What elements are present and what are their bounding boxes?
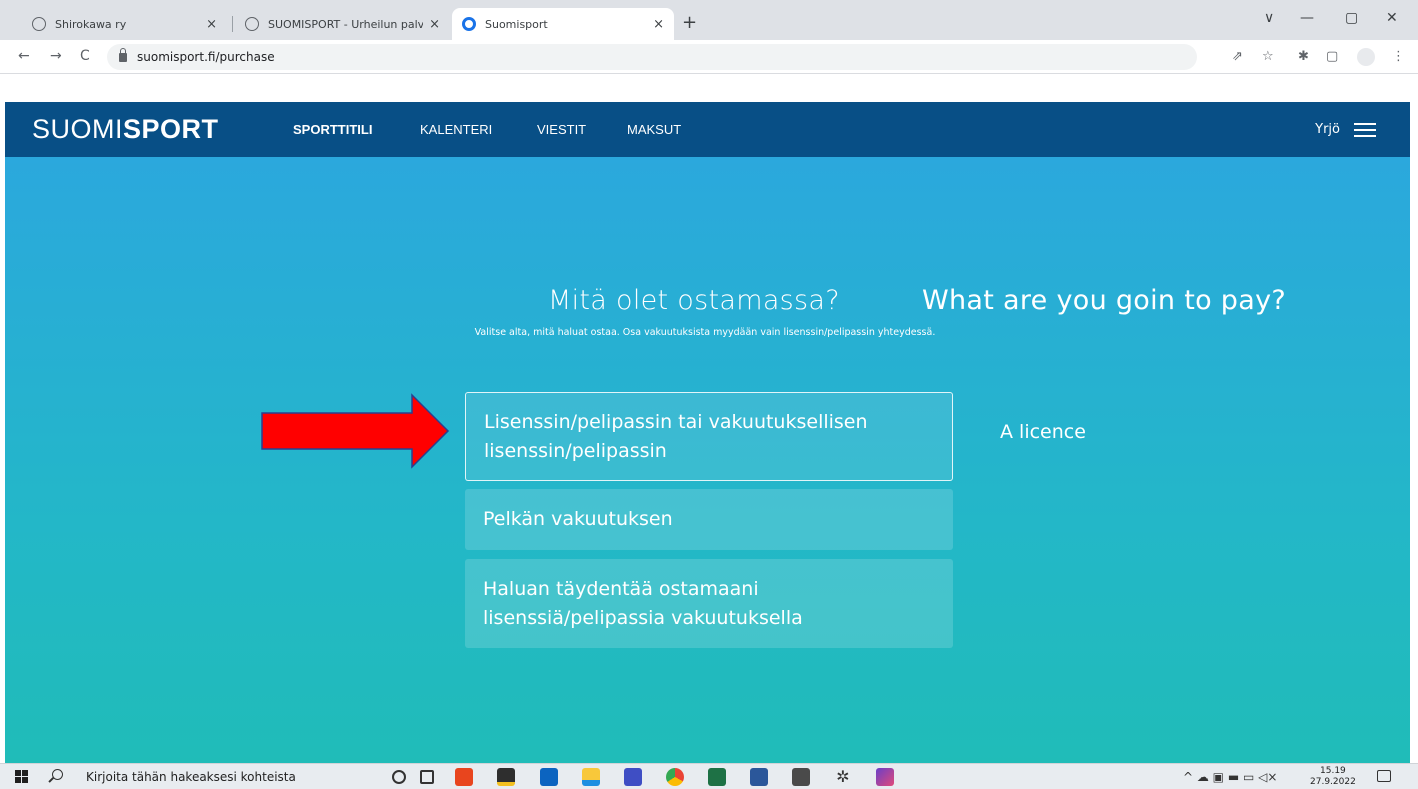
- option-licence[interactable]: Lisenssin/pelipassin tai vakuutuksellise…: [465, 392, 953, 481]
- loading-icon: [462, 17, 476, 31]
- task-view-icon[interactable]: [420, 770, 434, 784]
- windows-taskbar: Kirjoita tähän hakeaksesi kohteista ✲ ^ …: [0, 763, 1418, 789]
- profile-avatar-icon[interactable]: [1357, 48, 1375, 66]
- option-supplement-insurance[interactable]: Haluan täydentää ostamaani lisenssiä/pel…: [465, 559, 953, 648]
- paint-icon[interactable]: [876, 768, 894, 786]
- minimize-button[interactable]: —: [1300, 10, 1314, 26]
- mail-icon[interactable]: [540, 768, 558, 786]
- browser-toolbar: ← → C suomisport.fi/purchase ⇗ ☆ ✱ ▢ ⋮: [0, 40, 1418, 74]
- logo-bold-text: SPORT: [123, 114, 219, 144]
- close-icon[interactable]: ×: [206, 17, 217, 32]
- nav-maksut[interactable]: MAKSUT: [627, 122, 681, 137]
- close-icon[interactable]: ×: [653, 17, 664, 32]
- option-label: Lisenssin/pelipassin tai vakuutuksellise…: [484, 410, 868, 462]
- maximize-button[interactable]: ▢: [1345, 10, 1358, 26]
- tab-title: SUOMISPORT - Urheilun palvelut: [268, 17, 424, 31]
- excel-icon[interactable]: [708, 768, 726, 786]
- red-arrow-icon: [261, 393, 450, 469]
- browser-tab-strip: Shirokawa ry × SUOMISPORT - Urheilun pal…: [0, 0, 1418, 40]
- option-label: Haluan täydentää ostamaani lisenssiä/pel…: [483, 577, 803, 629]
- windows-start-icon[interactable]: [15, 770, 29, 784]
- tab-separator: [232, 16, 233, 32]
- bookmark-star-icon[interactable]: ☆: [1262, 49, 1274, 64]
- user-name[interactable]: Yrjö: [1315, 122, 1340, 137]
- settings-gear-icon[interactable]: ✲: [834, 768, 852, 786]
- more-menu-icon[interactable]: ⋮: [1392, 49, 1405, 64]
- forward-icon[interactable]: →: [50, 48, 62, 64]
- logo-light-text: SUOMI: [32, 114, 124, 144]
- close-icon[interactable]: ×: [429, 17, 440, 32]
- address-url: suomisport.fi/purchase: [137, 50, 275, 64]
- address-bar[interactable]: suomisport.fi/purchase: [107, 44, 1197, 70]
- browser-tab-suomisport[interactable]: Suomisport ×: [452, 8, 674, 40]
- tab-title: Suomisport: [485, 17, 548, 31]
- calculator-icon[interactable]: [792, 768, 810, 786]
- clock-time: 15.19: [1320, 766, 1346, 776]
- page-subtitle: Valitse alta, mitä haluat ostaa. Osa vak…: [474, 327, 936, 338]
- taskbar-search-input[interactable]: Kirjoita tähän hakeaksesi kohteista: [86, 770, 296, 784]
- hamburger-menu-icon[interactable]: [1354, 123, 1376, 137]
- clock-date: 27.9.2022: [1310, 777, 1356, 787]
- purchase-main: Mitä olet ostamassa? What are you goin t…: [5, 157, 1410, 767]
- browser-tab-shirokawa[interactable]: Shirokawa ry ×: [22, 8, 227, 40]
- tab-title: Shirokawa ry: [55, 17, 127, 31]
- licence-annotation: A licence: [1000, 421, 1086, 443]
- nav-viestit[interactable]: VIESTIT: [537, 122, 586, 137]
- option-insurance-only[interactable]: Pelkän vakuutuksen: [465, 489, 953, 550]
- site-header: SUOMISPORT SPORTTITILI KALENTERI VIESTIT…: [5, 102, 1410, 157]
- page-title-english-annotation: What are you goin to pay?: [922, 285, 1286, 316]
- app-icon[interactable]: [624, 768, 642, 786]
- tab-search-icon[interactable]: ∨: [1264, 10, 1274, 26]
- globe-icon: [245, 17, 259, 31]
- file-explorer-icon[interactable]: [582, 768, 600, 786]
- side-panel-icon[interactable]: ▢: [1326, 49, 1338, 64]
- search-icon[interactable]: [52, 769, 63, 780]
- globe-icon: [32, 17, 46, 31]
- notification-icon[interactable]: [1377, 770, 1391, 782]
- word-icon[interactable]: [750, 768, 768, 786]
- lock-icon[interactable]: [119, 47, 127, 62]
- office-icon[interactable]: [455, 768, 473, 786]
- chrome-icon[interactable]: [666, 768, 684, 786]
- reload-icon[interactable]: C: [80, 48, 90, 64]
- back-icon[interactable]: ←: [18, 48, 30, 64]
- sticky-notes-icon[interactable]: [497, 768, 515, 786]
- suomisport-logo[interactable]: SUOMISPORT: [32, 114, 219, 145]
- system-tray-icons[interactable]: ^ ☁ ▣ ▬ ▭ ◁×: [1183, 770, 1277, 784]
- nav-sporttitili[interactable]: SPORTTITILI: [293, 122, 372, 137]
- share-icon[interactable]: ⇗: [1232, 49, 1243, 64]
- taskbar-clock[interactable]: 15.19 27.9.2022: [1310, 766, 1356, 788]
- option-label: Pelkän vakuutuksen: [483, 508, 673, 530]
- close-window-button[interactable]: ✕: [1386, 10, 1398, 26]
- nav-kalenteri[interactable]: KALENTERI: [420, 122, 492, 137]
- page-title: Mitä olet ostamassa?: [548, 285, 840, 316]
- cortana-icon[interactable]: [392, 770, 406, 784]
- new-tab-button[interactable]: +: [682, 12, 697, 33]
- extensions-icon[interactable]: ✱: [1298, 49, 1309, 64]
- browser-tab-suomisport-services[interactable]: SUOMISPORT - Urheilun palvelut ×: [235, 8, 450, 40]
